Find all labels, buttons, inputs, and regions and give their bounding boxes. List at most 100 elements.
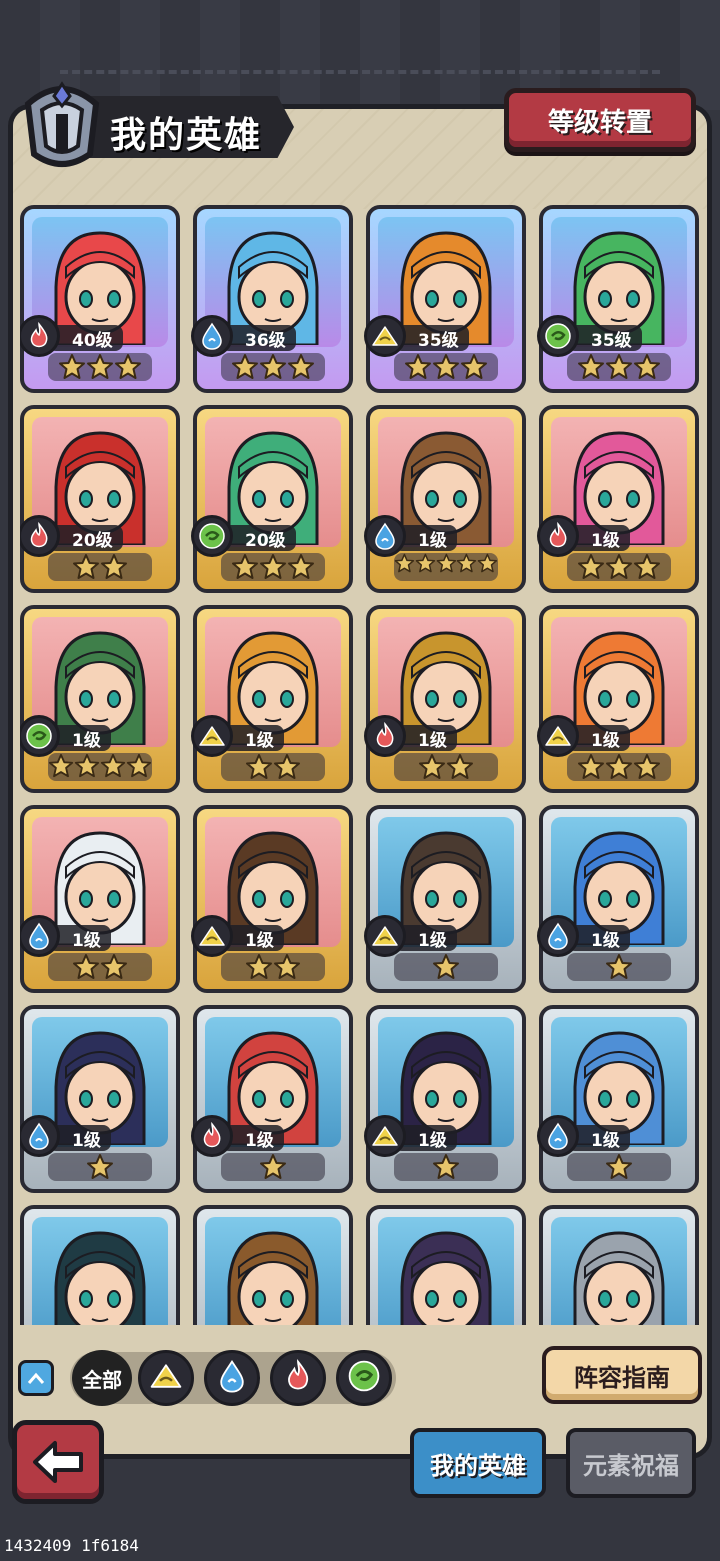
- hero-card[interactable]: 1级: [537, 805, 699, 993]
- wind-element-icon: [346, 1358, 382, 1398]
- star-icon: [273, 753, 301, 781]
- hero-portrait-frame: [551, 1217, 687, 1325]
- hero-card[interactable]: 1级: [191, 1005, 353, 1193]
- hero-card[interactable]: 1级: [537, 1005, 699, 1193]
- water-element-icon: [537, 915, 579, 957]
- water-element-icon: [214, 1358, 250, 1398]
- star-icon: [432, 353, 460, 381]
- star-icon: [100, 553, 128, 581]
- hero-card[interactable]: 40级: [20, 205, 180, 393]
- earth-element-icon: [364, 915, 406, 957]
- star-icon: [74, 753, 100, 781]
- hero-portrait-frame: [32, 1217, 168, 1325]
- wind-element-icon: [20, 715, 60, 757]
- hero-card[interactable]: [20, 1205, 180, 1325]
- wind-element-icon: [537, 315, 579, 357]
- hero-card[interactable]: [193, 1205, 353, 1325]
- filter-all-label: 全部: [82, 1367, 122, 1392]
- back-button[interactable]: [12, 1420, 104, 1504]
- star-rating: [48, 753, 152, 781]
- filter-water-button[interactable]: [204, 1350, 260, 1406]
- tab-my-heroes[interactable]: 我的英雄: [410, 1428, 546, 1498]
- filter-earth-button[interactable]: [138, 1350, 194, 1406]
- chevron-up-icon: [27, 1372, 45, 1384]
- hero-card[interactable]: 1级: [191, 805, 353, 993]
- hero-card[interactable]: 35级: [364, 205, 526, 393]
- tab-element-blessing[interactable]: 元素祝福: [566, 1428, 696, 1498]
- hero-card[interactable]: 1级: [537, 605, 699, 793]
- star-icon: [245, 953, 273, 981]
- star-icon: [633, 553, 661, 581]
- star-icon: [58, 353, 86, 381]
- star-icon: [460, 353, 488, 381]
- star-rating: [567, 1153, 671, 1181]
- star-rating: [48, 553, 152, 581]
- hero-card[interactable]: 1级: [20, 605, 180, 793]
- hero-portrait: [54, 1231, 146, 1325]
- page-title: 我的英雄: [110, 115, 263, 156]
- star-icon: [259, 553, 287, 581]
- filter-fire-button[interactable]: [270, 1350, 326, 1406]
- star-icon: [259, 353, 287, 381]
- star-rating: [394, 553, 498, 581]
- star-rating: [567, 353, 671, 381]
- fire-element-icon: [364, 715, 406, 757]
- top-dashed-line: [60, 70, 660, 74]
- hero-grid: 40级 36级 35级 35级 20级 20级 1级 1级 1级 1级 1级 1…: [20, 205, 700, 1325]
- hero-card[interactable]: 35级: [537, 205, 699, 393]
- star-icon: [100, 753, 126, 781]
- star-rating: [221, 353, 325, 381]
- hero-card[interactable]: 1级: [20, 805, 180, 993]
- star-rating: [394, 753, 498, 781]
- star-icon: [605, 353, 633, 381]
- star-icon: [394, 553, 415, 581]
- earth-element-icon: [364, 1115, 406, 1157]
- water-element-icon: [191, 315, 233, 357]
- lineup-guide-button[interactable]: 阵容指南: [542, 1346, 702, 1404]
- hero-card[interactable]: 1级: [364, 405, 526, 593]
- hero-card[interactable]: [539, 1205, 699, 1325]
- earth-element-icon: [191, 715, 233, 757]
- earth-element-icon: [364, 315, 406, 357]
- star-icon: [577, 353, 605, 381]
- hero-portrait-frame: [205, 1217, 341, 1325]
- filter-wind-button[interactable]: [336, 1350, 392, 1406]
- star-rating: [221, 753, 325, 781]
- filter-all-button[interactable]: 全部: [72, 1350, 132, 1406]
- star-rating: [221, 1153, 325, 1181]
- hero-card[interactable]: 1级: [364, 1005, 526, 1193]
- star-icon: [633, 353, 661, 381]
- star-rating: [394, 953, 498, 981]
- helmet-emblem-icon: [24, 81, 100, 167]
- star-icon: [432, 953, 460, 981]
- hero-card[interactable]: 36级: [191, 205, 353, 393]
- star-icon: [72, 553, 100, 581]
- star-rating: [221, 953, 325, 981]
- hero-card[interactable]: 1级: [364, 605, 526, 793]
- star-icon: [605, 753, 633, 781]
- wind-element-icon: [191, 515, 233, 557]
- fire-element-icon: [20, 515, 60, 557]
- level-reset-button[interactable]: 等级转置: [504, 88, 696, 152]
- star-rating: [567, 953, 671, 981]
- hero-card[interactable]: 20级: [20, 405, 180, 593]
- earth-element-icon: [148, 1358, 184, 1398]
- hero-card[interactable]: 1级: [537, 405, 699, 593]
- star-icon: [456, 553, 477, 581]
- star-icon: [86, 353, 114, 381]
- expand-filter-button[interactable]: [18, 1360, 54, 1396]
- star-icon: [633, 753, 661, 781]
- star-icon: [259, 1153, 287, 1181]
- hero-card[interactable]: 1级: [364, 805, 526, 993]
- hero-card[interactable]: 20级: [191, 405, 353, 593]
- hero-card[interactable]: 1级: [191, 605, 353, 793]
- star-rating: [567, 753, 671, 781]
- earth-element-icon: [537, 715, 579, 757]
- star-icon: [415, 553, 436, 581]
- water-element-icon: [364, 515, 406, 557]
- hero-card[interactable]: [366, 1205, 526, 1325]
- hero-card[interactable]: 1级: [20, 1005, 180, 1193]
- star-icon: [418, 753, 446, 781]
- star-rating: [221, 553, 325, 581]
- star-icon: [126, 753, 152, 781]
